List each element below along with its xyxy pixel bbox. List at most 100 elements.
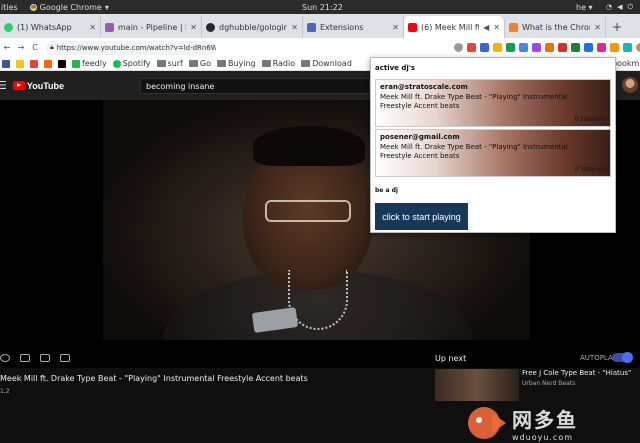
dj-listeners: 0 listeners	[574, 166, 606, 173]
extension-icon[interactable]	[545, 43, 554, 52]
system-tray[interactable]: ◔ ◀ ⏻	[606, 3, 633, 12]
tab-extensions[interactable]: Extensions ✕	[303, 16, 404, 38]
extension-icon[interactable]	[610, 43, 619, 52]
bookmark-icon	[16, 59, 24, 68]
bookmark-item[interactable]	[16, 59, 24, 68]
tab-label: Extensions	[320, 22, 364, 32]
tab-whatsapp[interactable]: (1) WhatsApp ✕	[0, 16, 101, 38]
dj-email: posener@gmail.com	[380, 133, 460, 141]
dj-extension-popup: active dj's eran@stratoscale.com Meek Mi…	[370, 57, 616, 233]
hamburger-icon[interactable]: ☰	[0, 79, 7, 92]
bookmark-folder-download[interactable]: Download	[301, 59, 352, 68]
extension-icon[interactable]	[480, 43, 489, 52]
bookmark-spotify[interactable]: Spotify	[112, 59, 151, 68]
extension-icon[interactable]	[623, 43, 632, 52]
extension-icon[interactable]	[571, 43, 580, 52]
popup-header: active dj's	[375, 64, 416, 72]
speaker-icon[interactable]: ◀	[483, 23, 489, 32]
queue-icon[interactable]	[40, 354, 50, 362]
clock[interactable]: Sun 21:22	[302, 3, 343, 12]
watermark-text: 网多鱼 wduoyu.com	[512, 404, 578, 442]
reload-button[interactable]: C	[28, 43, 42, 52]
dj-listeners: 0 listeners	[574, 116, 606, 123]
back-button[interactable]: ←	[0, 43, 14, 52]
bookmark-icon	[58, 59, 66, 68]
youtube-logo[interactable]: YouTube	[12, 81, 64, 91]
avatar[interactable]	[622, 77, 638, 93]
close-icon[interactable]: ✕	[392, 23, 399, 32]
watermark: 网多鱼 wduoyu.com	[462, 403, 578, 443]
volume-icon: ◀	[617, 2, 623, 11]
next-video-title[interactable]: Free J Cole Type Beat - "Hiatus"	[522, 369, 631, 377]
puzzle-icon	[307, 22, 316, 32]
bookmark-feedly[interactable]: feedly	[72, 59, 107, 68]
app-menu[interactable]: Google Chrome ▾	[29, 2, 109, 12]
profile-icon[interactable]	[636, 43, 640, 52]
extension-icon[interactable]	[532, 43, 541, 52]
bookmark-folder-buying[interactable]: Buying	[216, 59, 256, 68]
extension-icon[interactable]	[519, 43, 528, 52]
spotify-icon	[112, 59, 121, 68]
start-playing-button[interactable]: click to start playing	[375, 203, 468, 230]
video-figure-glasses	[265, 200, 351, 222]
tab-label: (6) Meek Mill ft. L	[421, 22, 479, 32]
new-tab-button[interactable]: +	[606, 16, 628, 38]
search-input[interactable]: becoming insane	[140, 78, 370, 94]
tab-label: dghubble/gologin: G	[219, 22, 288, 32]
extension-icons	[454, 43, 640, 52]
extension-icon[interactable]	[506, 43, 515, 52]
bookmark-item[interactable]	[30, 59, 38, 68]
app-name: Google Chrome	[39, 2, 102, 12]
close-icon[interactable]: ✕	[594, 23, 601, 32]
tab-bar: (1) WhatsApp ✕ main - Pipeline | Her ✕ d…	[0, 14, 640, 38]
dj-card[interactable]: eran@stratoscale.com Meek Mill ft. Drake…	[375, 79, 611, 127]
bookmark-label: Radio	[272, 59, 296, 68]
extension-icon[interactable]	[584, 43, 593, 52]
bookmark-folder-radio[interactable]: Radio	[261, 59, 296, 68]
bookmark-item[interactable]	[44, 59, 52, 68]
bookmark-item[interactable]	[2, 59, 10, 68]
dj-email: eran@stratoscale.com	[380, 83, 468, 91]
star-icon[interactable]	[454, 43, 463, 52]
tab-label: What is the Chrome	[522, 22, 590, 32]
bookmark-label: Buying	[227, 59, 256, 68]
activities-button[interactable]: ities	[0, 3, 18, 12]
tab-github[interactable]: dghubble/gologin: G ✕	[202, 16, 303, 38]
be-a-dj-label: be a dj	[375, 187, 398, 194]
next-video-channel[interactable]: Urban Nerd Beats	[522, 380, 575, 387]
url-text: https://www.youtube.com/watch?v=ld-dRn6W…	[56, 43, 216, 52]
tab-youtube[interactable]: (6) Meek Mill ft. L ◀ ✕	[404, 16, 505, 38]
forward-button[interactable]: →	[14, 43, 28, 52]
up-next-label: Up next	[435, 354, 467, 363]
fullscreen-icon[interactable]	[60, 354, 70, 362]
power-icon: ⏻	[627, 2, 634, 11]
close-icon[interactable]: ✕	[89, 23, 96, 32]
extension-icon[interactable]	[558, 43, 567, 52]
input-source: he	[576, 2, 586, 12]
lock-icon: 🔒︎	[50, 43, 54, 51]
pipeline-icon	[105, 22, 114, 32]
gmail-icon[interactable]	[467, 43, 476, 52]
close-icon[interactable]: ✕	[291, 23, 298, 32]
other-bookmarks[interactable]: bookm	[612, 59, 639, 68]
extension-icon[interactable]	[597, 43, 606, 52]
next-video-thumbnail[interactable]	[435, 369, 519, 401]
cast-icon[interactable]	[20, 354, 30, 362]
bookmark-folder-go[interactable]: Go	[188, 59, 211, 68]
view-icon[interactable]	[0, 354, 10, 362]
bookmark-icon	[30, 59, 38, 68]
close-icon[interactable]: ✕	[190, 23, 197, 32]
dj-song: Meek Mill ft. Drake Type Beat - "Playing…	[380, 143, 568, 160]
tab-pipeline[interactable]: main - Pipeline | Her ✕	[101, 16, 202, 38]
tab-stackexchange[interactable]: What is the Chrome ✕	[505, 16, 606, 38]
stackexchange-icon	[509, 22, 518, 32]
autoplay-toggle[interactable]	[612, 352, 633, 363]
user-menu[interactable]: he ▾	[576, 3, 593, 12]
address-bar[interactable]: 🔒︎ https://www.youtube.com/watch?v=ld-dR…	[46, 40, 216, 55]
youtube-play-icon	[12, 81, 25, 90]
bookmark-folder-surf[interactable]: surf	[156, 59, 183, 68]
extension-icon[interactable]	[493, 43, 502, 52]
close-icon[interactable]: ✕	[493, 23, 500, 32]
dj-card[interactable]: posener@gmail.com Meek Mill ft. Drake Ty…	[375, 129, 611, 177]
bookmark-item[interactable]	[58, 59, 66, 68]
